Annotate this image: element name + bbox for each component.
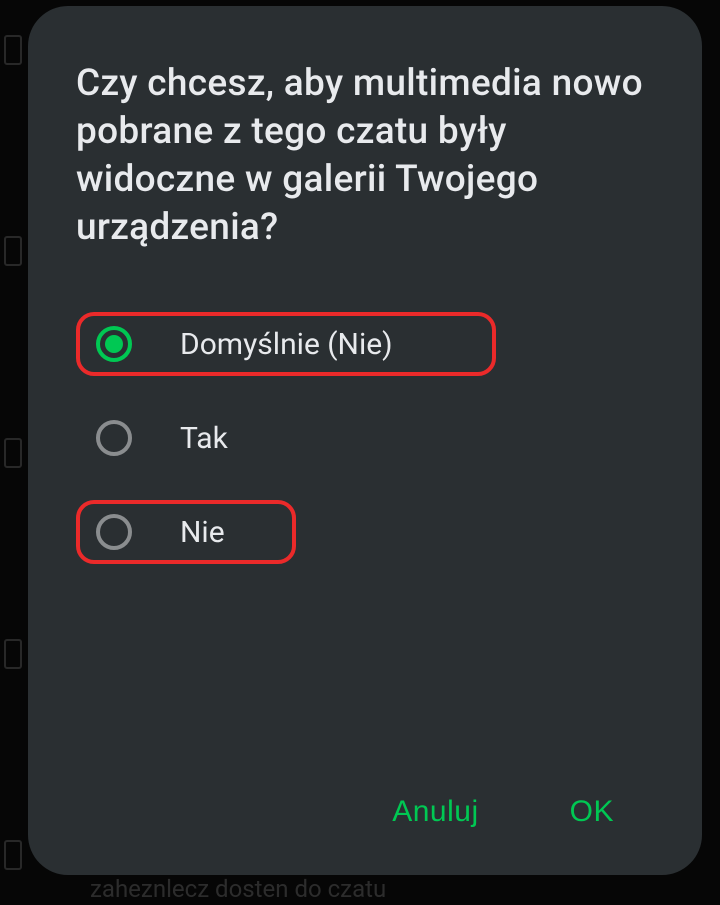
option-label: Nie xyxy=(180,515,225,550)
radio-unselected-icon xyxy=(96,514,132,550)
option-label: Domyślnie (Nie) xyxy=(180,327,393,362)
option-label: Tak xyxy=(180,421,228,456)
option-no[interactable]: Nie xyxy=(76,500,296,564)
ok-button[interactable]: OK xyxy=(562,785,622,839)
option-default-no[interactable]: Domyślnie (Nie) xyxy=(76,312,496,376)
option-yes[interactable]: Tak xyxy=(76,406,662,470)
dialog-title: Czy chcesz, aby multimedia nowo pobrane … xyxy=(76,60,662,252)
cancel-button[interactable]: Anuluj xyxy=(384,785,486,839)
radio-group: Domyślnie (Nie) Tak Nie xyxy=(76,312,662,785)
dialog-actions: Anuluj OK xyxy=(76,785,662,839)
media-visibility-dialog: Czy chcesz, aby multimedia nowo pobrane … xyxy=(28,6,702,875)
backdrop-partial-text: zaheznlecz dosten do czatu xyxy=(90,875,386,903)
radio-unselected-icon xyxy=(96,420,132,456)
radio-selected-icon xyxy=(96,326,132,362)
